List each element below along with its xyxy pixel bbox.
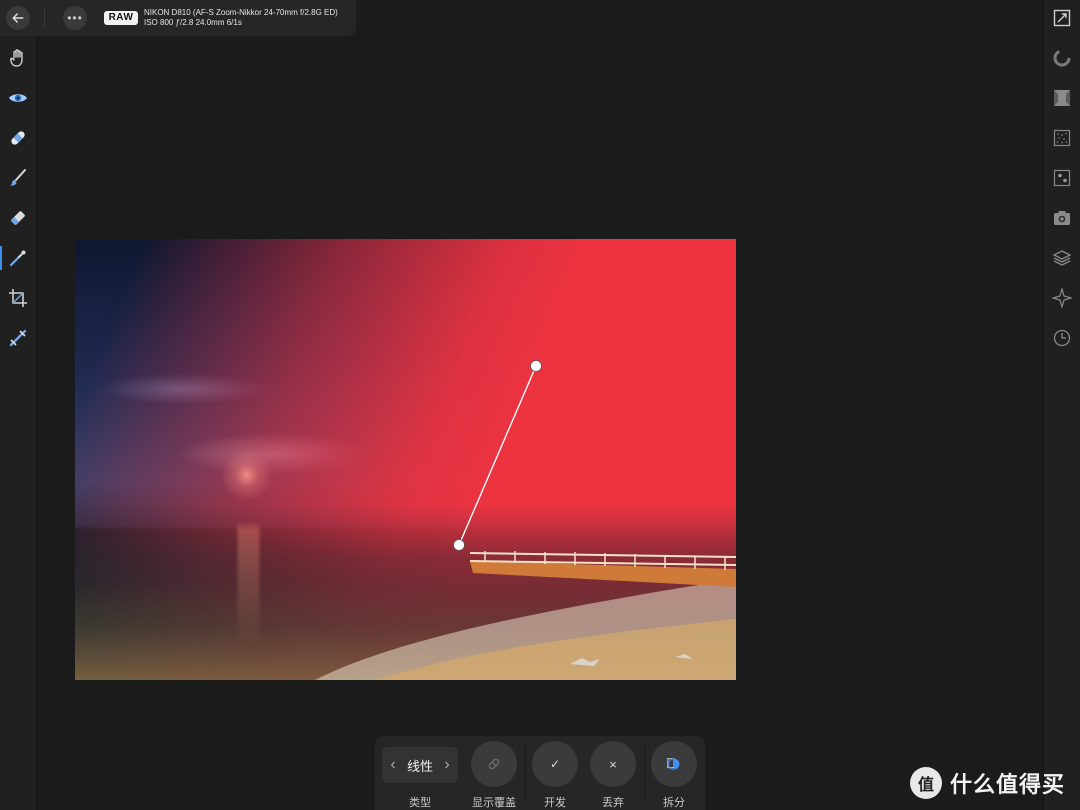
watermark-logo: 值: [910, 767, 942, 799]
check-icon: ✓: [549, 757, 561, 771]
selection-tool-icon[interactable]: [6, 326, 30, 350]
bandage-tool-icon[interactable]: [6, 126, 30, 150]
gradient-line: [458, 365, 537, 546]
document-info-bar: ••• RAW NIKON D810 (AF-S Zoom-Nikkor 24-…: [0, 0, 356, 36]
split-view-icon: [667, 758, 680, 770]
panel-divider: [644, 742, 645, 802]
histogram-icon[interactable]: [1050, 46, 1074, 70]
gradient-type-value: 线性: [406, 758, 433, 774]
show-overlay-label: 显示覆盖: [472, 797, 516, 809]
gradient-context-panel: ‹ 线性 › 类型 显示覆盖 ✓ 开发 × 丢弃 拆分: [375, 736, 705, 810]
raw-badge: RAW: [104, 11, 138, 25]
gradient-type-selector[interactable]: ‹ 线性 ›: [382, 747, 458, 783]
eraser-tool-icon[interactable]: [6, 206, 30, 230]
watermark-text: 什么值得买: [950, 772, 1066, 797]
scene-details: [315, 360, 736, 680]
panel-divider: [525, 742, 526, 802]
close-icon: ×: [609, 756, 617, 772]
gradient-start-handle[interactable]: [453, 539, 465, 551]
hand-tool-icon[interactable]: [6, 46, 30, 70]
basic-adjust-icon[interactable]: [1050, 86, 1074, 110]
crop-tool-icon[interactable]: [6, 286, 30, 310]
photo-metadata: NIKON D810 (AF-S Zoom-Nikkor 24-70mm f/2…: [144, 8, 338, 28]
discard-label: 丢弃: [602, 797, 624, 809]
gradient-type-label: 类型: [409, 797, 431, 809]
left-toolbar: [0, 0, 37, 810]
eye-tool-icon[interactable]: [6, 86, 30, 110]
more-icon: •••: [67, 11, 83, 25]
gradient-tool-icon[interactable]: [0, 246, 30, 270]
split-button[interactable]: [651, 741, 697, 787]
navigator-icon[interactable]: [1050, 286, 1074, 310]
site-watermark: 值 什么值得买: [910, 766, 1065, 800]
noise-icon[interactable]: [1050, 126, 1074, 150]
more-options-button[interactable]: •••: [63, 6, 87, 30]
camera-icon[interactable]: [1050, 206, 1074, 230]
chevron-right-icon[interactable]: ›: [440, 756, 454, 774]
discard-button[interactable]: ×: [590, 741, 636, 787]
exposure-info: ISO 800 ƒ/2.8 24.0mm 6/1s: [144, 18, 242, 27]
develop-button[interactable]: ✓: [532, 741, 578, 787]
right-toolbar: [1043, 0, 1080, 810]
back-button[interactable]: [6, 6, 30, 30]
develop-label: 开发: [544, 797, 566, 809]
toolbar-divider: [44, 8, 45, 28]
detail-icon[interactable]: [1050, 166, 1074, 190]
chevron-left-icon[interactable]: ‹: [386, 756, 400, 774]
camera-info: NIKON D810 (AF-S Zoom-Nikkor 24-70mm f/2…: [144, 8, 338, 17]
show-overlay-button[interactable]: [471, 741, 517, 787]
fullscreen-icon[interactable]: [1050, 6, 1074, 30]
history-icon[interactable]: [1050, 326, 1074, 350]
split-label: 拆分: [663, 797, 685, 809]
photo-canvas[interactable]: [75, 239, 736, 680]
layers-icon[interactable]: [1050, 246, 1074, 270]
gradient-end-handle[interactable]: [530, 360, 542, 372]
brush-tool-icon[interactable]: [6, 166, 30, 190]
arrow-left-icon: [12, 13, 24, 23]
overlay-icon: [488, 758, 500, 770]
